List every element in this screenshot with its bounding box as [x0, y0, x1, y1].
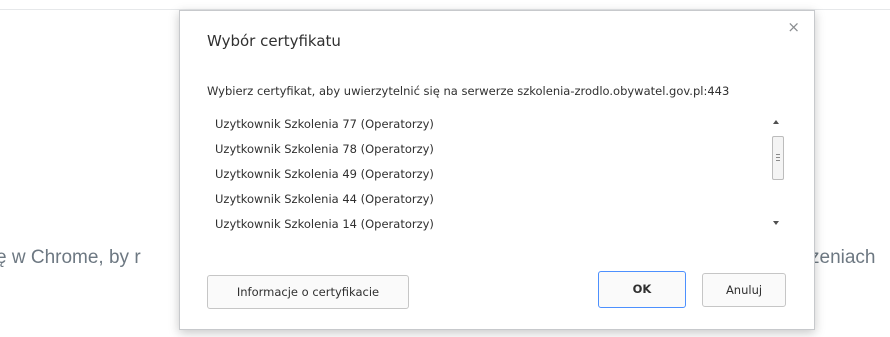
page: ę w Chrome, by r zeniach × Wybór certyfi… — [0, 0, 890, 337]
scrollbar-thumb[interactable] — [772, 136, 784, 180]
cancel-button[interactable]: Anuluj — [702, 273, 786, 307]
certificate-item[interactable]: Uzytkownik Szkolenia 14 (Operatorzy) — [207, 212, 790, 235]
certificate-dialog: × Wybór certyfikatu Wybierz certyfikat, … — [179, 10, 815, 330]
scroll-up-arrow-icon[interactable] — [773, 120, 779, 124]
certificate-item[interactable]: Uzytkownik Szkolenia 78 (Operatorzy) — [207, 137, 790, 162]
dialog-title: Wybór certyfikatu — [207, 32, 341, 50]
close-icon[interactable]: × — [787, 17, 800, 37]
grip-line — [776, 157, 780, 158]
background-text-left: ę w Chrome, by r — [0, 247, 141, 268]
certificate-item[interactable]: Uzytkownik Szkolenia 49 (Operatorzy) — [207, 162, 790, 187]
certificate-item[interactable]: Uzytkownik Szkolenia 77 (Operatorzy) — [207, 112, 790, 137]
grip-line — [776, 154, 780, 155]
scroll-down-arrow-icon[interactable] — [773, 221, 779, 225]
grip-line — [776, 160, 780, 161]
certificate-item[interactable]: Uzytkownik Szkolenia 44 (Operatorzy) — [207, 187, 790, 212]
certificate-info-button[interactable]: Informacje o certyfikacie — [207, 275, 409, 309]
ok-button[interactable]: OK — [598, 271, 686, 308]
dialog-message: Wybierz certyfikat, aby uwierzytelnić si… — [207, 84, 730, 98]
background-text-right: zeniach — [810, 247, 876, 268]
certificate-list[interactable]: Uzytkownik Szkolenia 77 (Operatorzy) Uzy… — [207, 112, 790, 235]
